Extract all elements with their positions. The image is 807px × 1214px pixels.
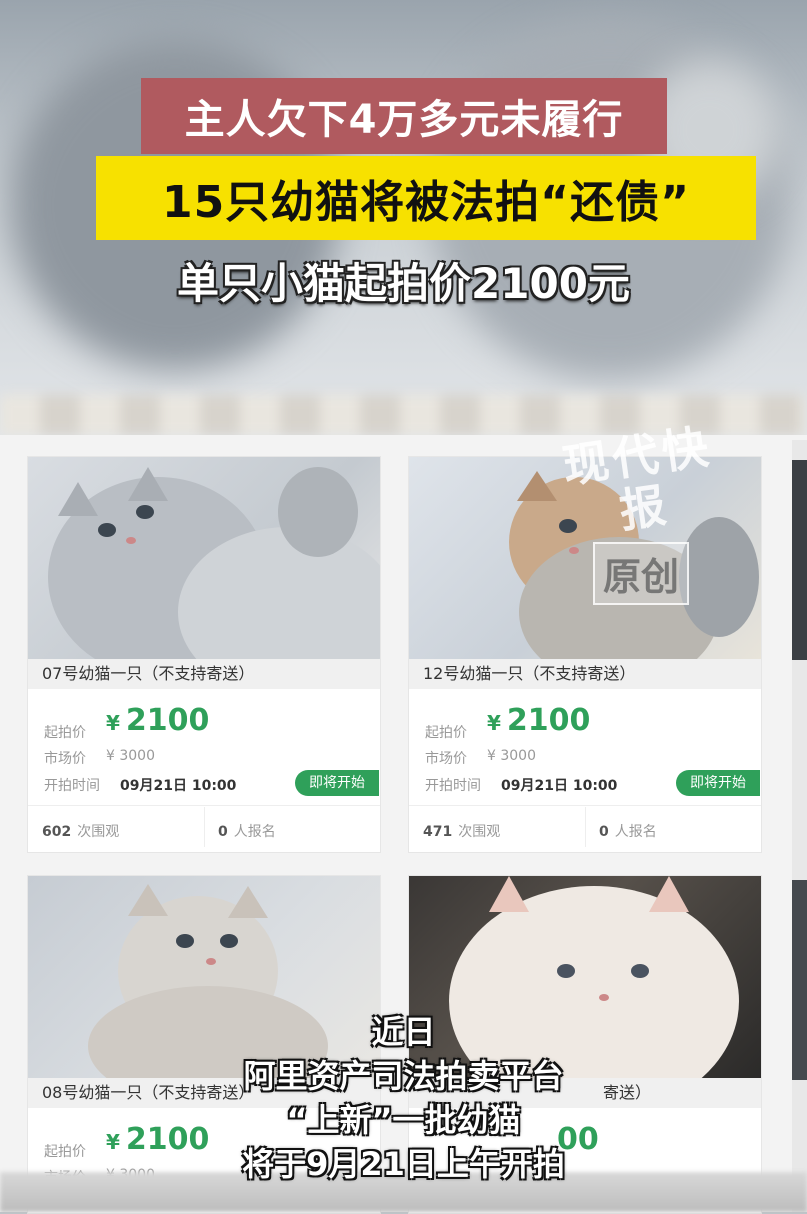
market-price: ¥ 3000 <box>487 748 536 764</box>
headline-line1: 主人欠下4万多元未履行 <box>141 78 667 154</box>
caption-line: 阿里资产司法拍卖平台 <box>243 1057 564 1095</box>
market-price-label: 市场价 <box>425 751 467 767</box>
listing-title[interactable]: 12号幼猫一只（不支持寄送） <box>409 659 761 689</box>
signups-count: 0 人报名 <box>218 824 276 840</box>
signups-count: 0 人报名 <box>599 824 657 840</box>
caption-line: 将于9月21日上午开拍 <box>242 1145 565 1183</box>
start-price: ¥2100 <box>106 703 210 738</box>
views-count: 602 次围观 <box>42 824 120 840</box>
market-price-label: 市场价 <box>44 751 86 767</box>
start-price: ¥2100 <box>487 703 591 738</box>
start-time: 09月21日 10:00 <box>501 778 618 794</box>
subtitle-captions: 近日 阿里资产司法拍卖平台 “上新”一批幼猫 将于9月21日上午开拍 <box>0 1010 807 1186</box>
views-count: 471 次围观 <box>423 824 501 840</box>
caption-line: 近日 <box>371 1013 436 1051</box>
status-badge[interactable]: 即将开始 <box>676 770 760 796</box>
headline-line2: 15只幼猫将被法拍“还债” <box>96 156 756 240</box>
brand-watermark: 现代快报 原创 <box>559 419 716 605</box>
listing-card[interactable]: 07号幼猫一只（不支持寄送） 起拍价 ¥2100 市场价 ¥ 3000 开拍时间… <box>27 456 381 853</box>
start-price-label: 起拍价 <box>425 725 467 741</box>
status-badge[interactable]: 即将开始 <box>295 770 379 796</box>
market-price: ¥ 3000 <box>106 748 155 764</box>
watermark-brand: 现代快报 <box>559 419 716 538</box>
cat-photo <box>28 457 380 659</box>
watermark-tag: 原创 <box>592 542 689 605</box>
start-price-label: 起拍价 <box>44 725 86 741</box>
start-time: 09月21日 10:00 <box>120 778 237 794</box>
listing-title[interactable]: 07号幼猫一只（不支持寄送） <box>28 659 380 689</box>
start-time-label: 开拍时间 <box>44 778 100 794</box>
start-time-label: 开拍时间 <box>425 778 481 794</box>
headline-line3: 单只小猫起拍价2100元 <box>177 259 630 308</box>
caption-line: “上新”一批幼猫 <box>286 1101 521 1139</box>
